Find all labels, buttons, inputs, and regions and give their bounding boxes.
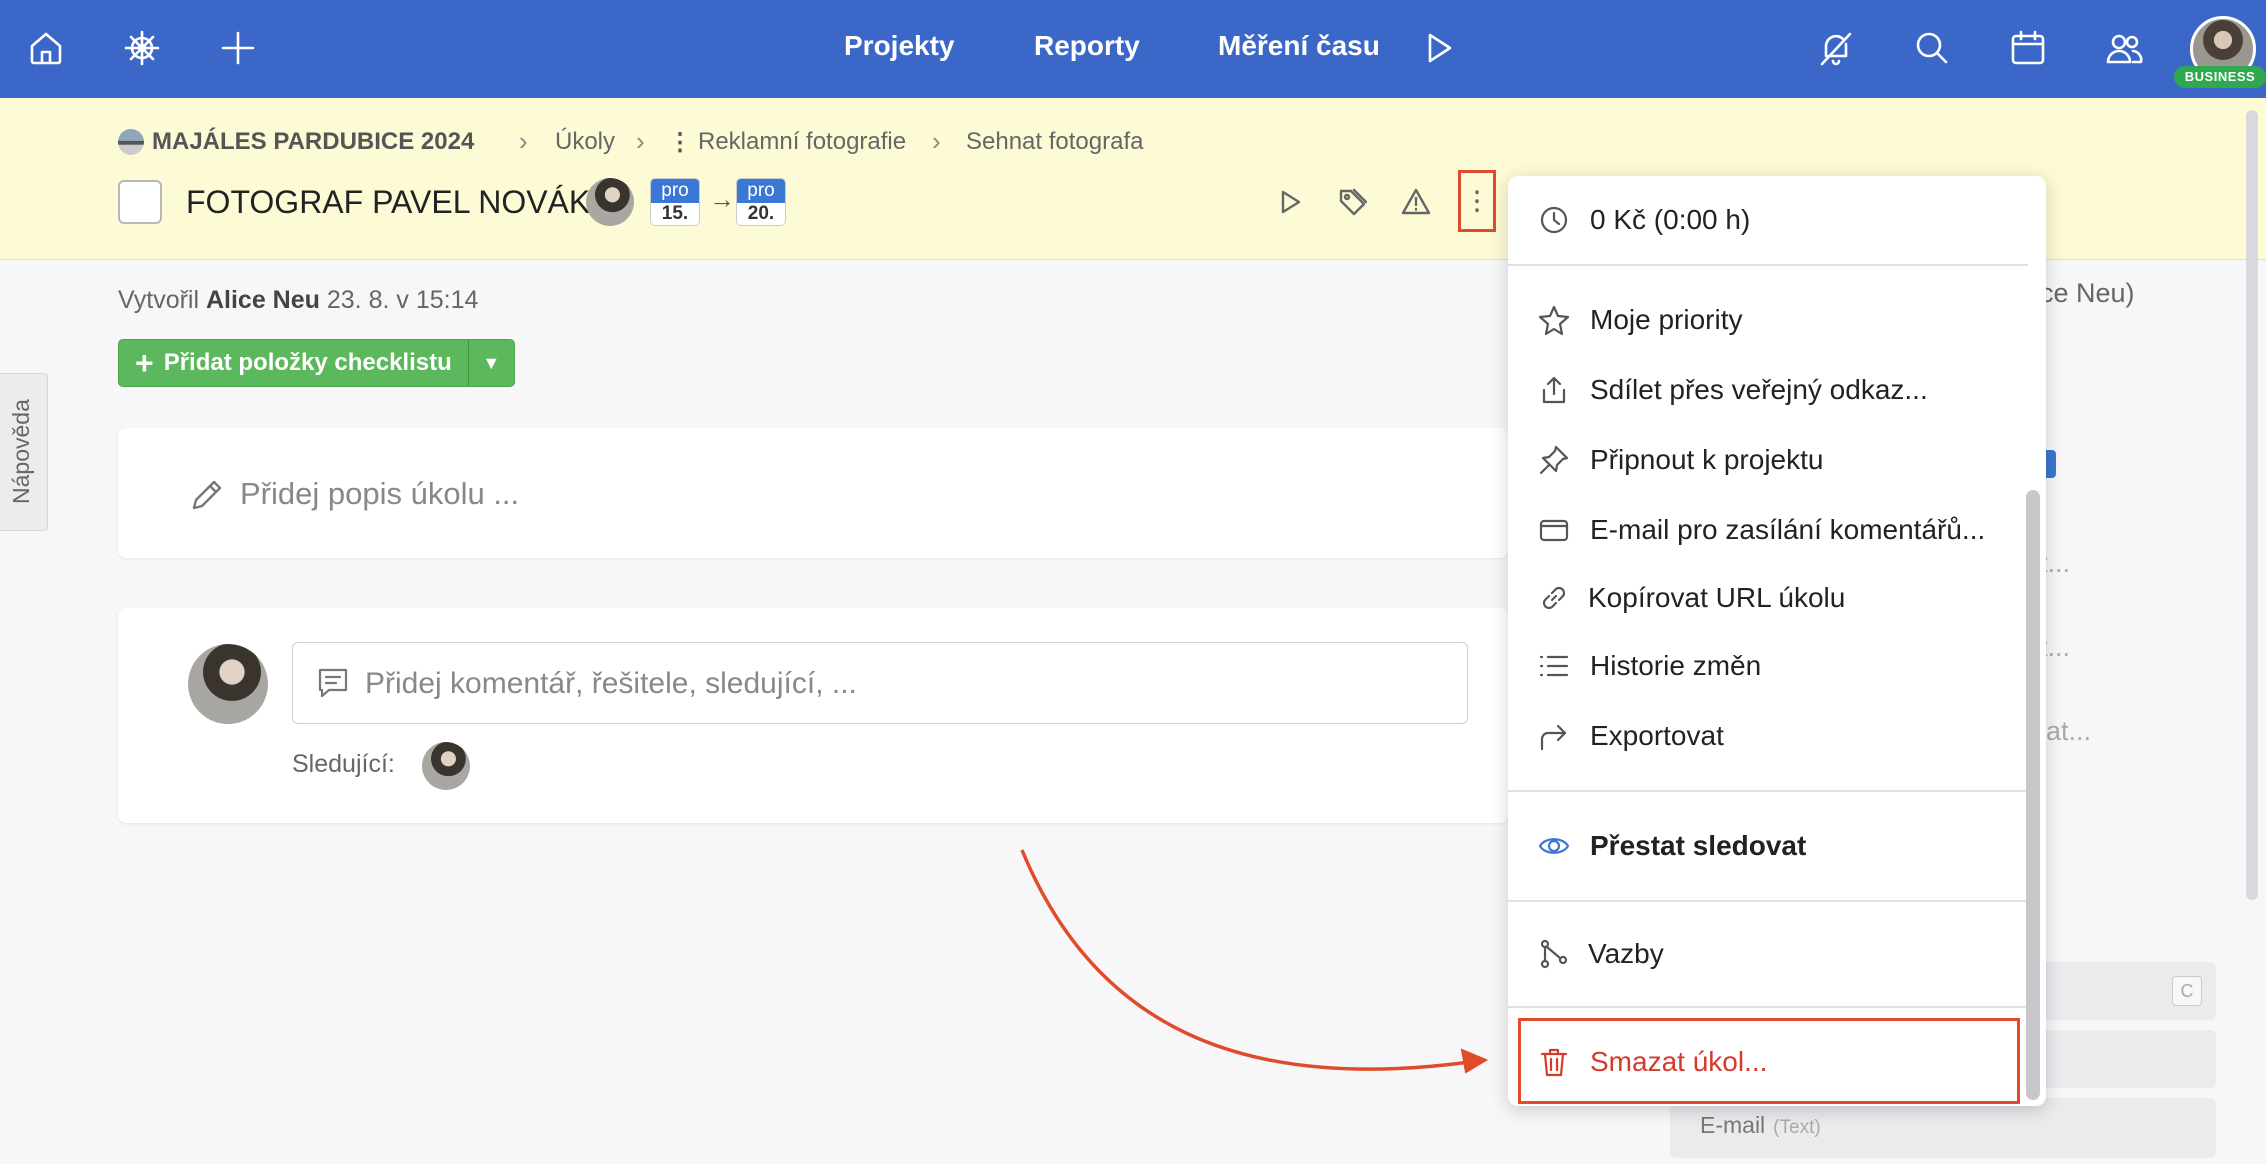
menu-item-relations[interactable]: Vazby [1508, 924, 2018, 984]
breadcrumb-tasks[interactable]: Úkoly [555, 128, 615, 156]
task-title[interactable]: FOTOGRAF PAVEL NOVÁK [186, 184, 590, 221]
follower-avatar[interactable] [422, 742, 470, 790]
top-navigation-bar: Projekty Reporty Měření času BUSINESS [0, 0, 2266, 98]
nav-projects[interactable]: Projekty [844, 30, 955, 62]
clock-icon [1538, 204, 1570, 236]
task-options-menu: 0 Kč (0:00 h) Moje priority Sdílet přes … [1508, 176, 2046, 1106]
menu-item-my-priorities[interactable]: Moje priority [1508, 290, 2018, 350]
menu-divider [1508, 900, 2028, 902]
eye-icon [1538, 830, 1570, 862]
email-field[interactable]: E-mail (Text) [1670, 1098, 2216, 1158]
search-icon[interactable] [1906, 22, 1958, 74]
menu-item-change-history[interactable]: Historie změn [1508, 636, 2018, 696]
breadcrumb-project[interactable]: MAJÁLES PARDUBICE 2024 [118, 128, 474, 156]
ship-wheel-icon[interactable] [116, 22, 168, 74]
link-icon [1538, 582, 1570, 614]
tag-icon[interactable] [1330, 180, 1374, 224]
assignee-avatar[interactable] [586, 178, 634, 226]
description-card[interactable]: Přidej popis úkolu ... [118, 428, 1508, 558]
warning-icon[interactable] [1394, 180, 1438, 224]
chevron-right-icon: › [636, 126, 645, 156]
bell-off-icon[interactable] [1810, 22, 1862, 74]
start-date-badge[interactable]: pro 15. [650, 178, 700, 226]
menu-divider [1508, 790, 2028, 792]
plus-icon: + [135, 345, 154, 381]
calendar-icon[interactable] [2002, 22, 2054, 74]
envelope-icon [1538, 514, 1570, 546]
pin-icon [1538, 444, 1570, 476]
menu-divider [1508, 1006, 2028, 1008]
followers-label: Sledující: [292, 750, 395, 778]
created-info: Vytvořil Alice Neu 23. 8. v 15:14 [118, 286, 479, 314]
share-icon [1538, 374, 1570, 406]
current-user-avatar [188, 644, 268, 724]
add-checklist-button[interactable]: + Přidat položky checklistu ▼ [118, 339, 515, 387]
comment-icon [315, 665, 351, 701]
delete-highlight-box [1518, 1018, 2020, 1104]
pencil-icon [188, 476, 226, 514]
nav-reports[interactable]: Reporty [1034, 30, 1140, 62]
chevron-right-icon: › [932, 126, 941, 156]
breadcrumb-ad-photos[interactable]: Reklamní fotografie [698, 128, 906, 156]
home-icon[interactable] [20, 22, 72, 74]
vertical-dots-icon: ⋮ [668, 129, 692, 156]
forward-icon [1538, 720, 1570, 752]
comment-input[interactable]: Přidej komentář, řešitele, sledující, ..… [292, 642, 1468, 724]
business-badge: BUSINESS [2174, 66, 2266, 88]
menu-scrollbar[interactable] [2026, 490, 2040, 1100]
page-scrollbar[interactable] [2246, 110, 2258, 900]
play-icon[interactable] [1412, 22, 1464, 74]
shortcut-key: C [2172, 976, 2202, 1006]
menu-item-export[interactable]: Exportovat [1508, 706, 2018, 766]
comment-card: Přidej komentář, řešitele, sledující, ..… [118, 608, 1508, 823]
nav-time-tracking[interactable]: Měření času [1218, 30, 1380, 62]
menu-item-unfollow[interactable]: Přestat sledovat [1508, 816, 2018, 876]
menu-divider [1508, 264, 2028, 266]
menu-item-pin-to-project[interactable]: Připnout k projektu [1508, 430, 2018, 490]
play-icon[interactable] [1268, 180, 1312, 224]
project-icon [118, 129, 144, 155]
menu-item-copy-url[interactable]: Kopírovat URL úkolu [1508, 568, 2018, 628]
arrow-right-icon: → [709, 184, 735, 214]
more-options-button[interactable] [1458, 170, 1496, 232]
side-field-text: lat... [2040, 716, 2092, 746]
list-icon [1538, 650, 1570, 682]
description-placeholder: Přidej popis úkolu ... [240, 476, 520, 511]
plus-icon[interactable] [212, 22, 264, 74]
relations-icon [1538, 938, 1570, 970]
users-icon[interactable] [2098, 22, 2150, 74]
chevron-right-icon: › [519, 126, 528, 156]
task-complete-checkbox[interactable] [118, 180, 162, 224]
menu-item-share-public-link[interactable]: Sdílet přes veřejný odkaz... [1508, 360, 2018, 420]
menu-item-email-for-comments[interactable]: E-mail pro zasílání komentářů... [1508, 500, 2018, 560]
caret-down-icon[interactable]: ▼ [467, 340, 514, 386]
help-tab[interactable]: Nápověda [0, 373, 48, 531]
menu-item-time[interactable]: 0 Kč (0:00 h) [1508, 190, 2018, 250]
breadcrumb-find-photographer[interactable]: Sehnat fotografa [966, 128, 1143, 156]
add-checklist-main[interactable]: + Přidat položky checklistu [119, 340, 468, 386]
end-date-badge[interactable]: pro 20. [736, 178, 786, 226]
star-icon [1538, 304, 1570, 336]
